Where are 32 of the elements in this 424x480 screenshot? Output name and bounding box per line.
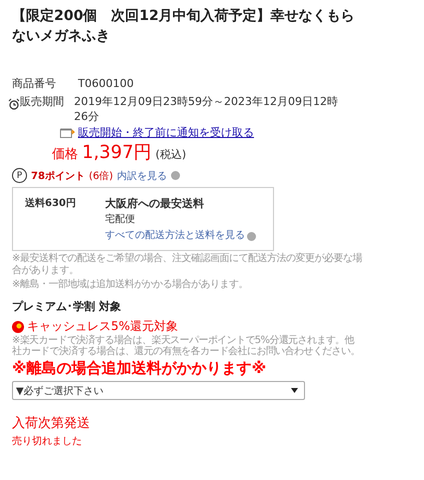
item-number-label: 商品番号 (12, 76, 57, 91)
sold-out-text: 売り切れました (12, 434, 83, 448)
item-number: T0600100 (78, 76, 134, 91)
points-multiplier: (6倍) (88, 170, 114, 182)
caret-icon (291, 388, 298, 393)
points-icon: P (12, 168, 27, 183)
shipping-note: ※最安送料での配送をご希望の場合、注文確認画面にて配送方法の変更が必要な場合があります。 (12, 253, 362, 277)
sale-period-label: 販売期間 (20, 94, 64, 109)
shipping-method: 宅配便 (105, 212, 136, 227)
option-select[interactable]: ▼必ずご選択下さい (12, 381, 305, 400)
price-label: 価格 (52, 146, 78, 164)
shipping-heading: 大阪府への最安送料 (105, 196, 205, 212)
info-icon (247, 232, 256, 240)
shipping-note: ※離島・一部地域は追加送料がかかる場合があります。 (12, 279, 249, 291)
sale-period: 2019年12月09日23時59分～2023年12月09日12時26分 (74, 94, 339, 124)
info-icon (171, 171, 180, 180)
shipping-fee: 送料630円 (25, 196, 77, 211)
premium-label: プレミアム･学割 対象 (12, 299, 122, 314)
cashless-label: キャッシュレス5%還元対象 (27, 318, 178, 334)
stock-status: 入荷次第発送 (12, 415, 91, 432)
points-amount: 78ポイント (31, 170, 85, 182)
price: 1,397円 (82, 142, 152, 164)
shipping-options-link[interactable]: すべての配送方法と送料を見る (105, 228, 245, 244)
calendar-icon (60, 128, 76, 138)
alarm-clock-icon (8, 98, 20, 110)
product-title: 【限定200個 次回12月中旬入荷予定】幸せなくもらないメガネふき (12, 6, 356, 46)
notify-link[interactable]: 販売開始・終了前に通知を受け取る (78, 125, 254, 140)
points-breakdown-link[interactable]: 内訳を見る (117, 168, 168, 182)
island-notice: ※離島の場合追加送料がかかります※ (12, 359, 268, 378)
tax-note: (税込) (156, 147, 186, 163)
cashless-note: ※楽天カードで決済する場合は、楽天スーパーポイントで5%分還元されます。他社カードで決済する場合は、還元の有無を各カード会社にお問い合わせください。 (12, 335, 361, 357)
coin-icon (12, 320, 24, 332)
